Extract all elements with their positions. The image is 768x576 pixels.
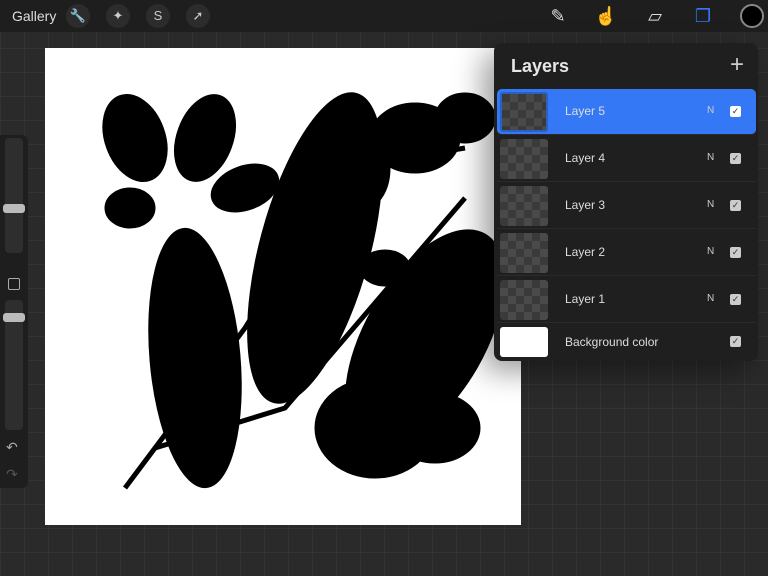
transform-arrow-icon[interactable]: ➚: [186, 4, 210, 28]
top-toolbar: Gallery 🔧 ✦ S ➚ ✎ ☝ ▱ ❐: [0, 0, 768, 32]
selection-icon[interactable]: S: [146, 4, 170, 28]
wrench-icon[interactable]: 🔧: [66, 4, 90, 28]
panel-title: Layers: [511, 56, 569, 77]
layer-thumbnail: [500, 92, 548, 132]
eraser-icon[interactable]: ▱: [642, 3, 668, 29]
layer-thumbnail: [500, 233, 548, 273]
brush-size-slider[interactable]: [5, 138, 23, 253]
left-sidebar: ↶ ↷: [0, 135, 28, 488]
brush-size-thumb[interactable]: [3, 204, 25, 213]
visibility-checkbox[interactable]: ✓: [730, 200, 741, 211]
blend-mode-button[interactable]: N: [707, 293, 714, 304]
layers-panel: Layers + Layer 5 N ✓ Layer 4 N ✓ Layer 3…: [494, 43, 758, 361]
layer-thumbnail: [500, 280, 548, 320]
layers-icon[interactable]: ❐: [690, 3, 716, 29]
layer-row[interactable]: Layer 5 N ✓: [497, 89, 756, 135]
magic-wand-icon[interactable]: ✦: [106, 4, 130, 28]
layer-name: Layer 3: [565, 198, 605, 212]
layer-row[interactable]: Layer 4 N ✓: [497, 136, 756, 182]
background-swatch[interactable]: [500, 327, 548, 357]
visibility-checkbox[interactable]: ✓: [730, 247, 741, 258]
drawing-canvas[interactable]: [45, 48, 521, 525]
color-picker-button[interactable]: [740, 4, 764, 28]
blend-mode-button[interactable]: N: [707, 246, 714, 257]
layer-row[interactable]: Layer 3 N ✓: [497, 183, 756, 229]
visibility-checkbox[interactable]: ✓: [730, 106, 741, 117]
visibility-checkbox[interactable]: ✓: [730, 153, 741, 164]
opacity-thumb[interactable]: [3, 313, 25, 322]
layer-row[interactable]: Layer 1 N ✓: [497, 277, 756, 323]
blend-mode-button[interactable]: N: [707, 199, 714, 210]
background-color-row[interactable]: Background color ✓: [497, 324, 756, 360]
visibility-checkbox[interactable]: ✓: [730, 336, 741, 347]
artwork: [45, 48, 521, 525]
redo-button[interactable]: ↷: [6, 466, 18, 483]
layer-name: Layer 2: [565, 245, 605, 259]
layer-thumbnail: [500, 186, 548, 226]
smudge-icon[interactable]: ☝: [593, 3, 619, 29]
layer-name: Layer 1: [565, 292, 605, 306]
layer-thumbnail: [500, 139, 548, 179]
opacity-slider[interactable]: [5, 300, 23, 430]
blend-mode-button[interactable]: N: [707, 152, 714, 163]
blend-mode-button[interactable]: N: [707, 105, 714, 116]
modify-button[interactable]: [8, 278, 20, 290]
undo-button[interactable]: ↶: [6, 439, 18, 456]
add-layer-button[interactable]: +: [730, 51, 744, 79]
layer-name: Background color: [565, 335, 658, 349]
brush-icon[interactable]: ✎: [545, 3, 571, 29]
layer-name: Layer 4: [565, 151, 605, 165]
visibility-checkbox[interactable]: ✓: [730, 294, 741, 305]
layer-row[interactable]: Layer 2 N ✓: [497, 230, 756, 276]
layer-name: Layer 5: [565, 104, 605, 118]
gallery-button[interactable]: Gallery: [12, 8, 56, 24]
